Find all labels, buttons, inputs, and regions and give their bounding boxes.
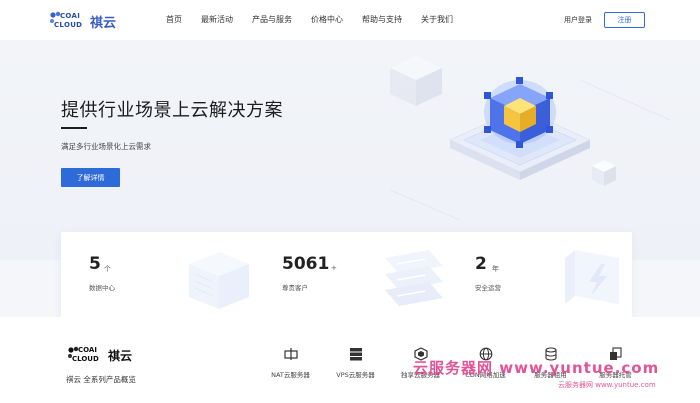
hero-banner: 提供行业场景上云解决方案 满足多行业场景化上云需求 了解详情 (0, 40, 700, 260)
nav-item-products-services[interactable]: 产品与服务 (252, 14, 292, 25)
hero-divider (61, 127, 87, 129)
register-button[interactable]: 注册 (604, 12, 645, 28)
stats-card: 5 个 数据中心 5061 + 尊贵客户 2 年 安全运营 (61, 232, 632, 317)
site-watermark-small: 云服务器网 www.yuntue.com (558, 381, 656, 389)
stat-value: 5 (89, 254, 101, 274)
footer-brand-name: 祺云 (108, 348, 133, 363)
brand-logo[interactable]: COAI CLOUD 祺云 (48, 10, 116, 32)
nav-item-pricing[interactable]: 价格中心 (311, 14, 343, 25)
main-nav: 首页 最新活动 产品与服务 价格中心 帮助与支持 关于我们 (166, 14, 472, 25)
brand-name: 祺云 (90, 15, 117, 31)
lightning-shield-decoration-icon (565, 250, 619, 304)
product-label: VPS云服务器 (336, 371, 375, 379)
product-vps-server[interactable]: VPS云服务器 (323, 347, 388, 379)
stat-label: 尊贵客户 (282, 284, 308, 292)
server-rack-decoration-icon (189, 252, 249, 309)
footer-logo-mark-bottom-text: CLOUD (72, 355, 99, 363)
stat-value: 2 (475, 254, 487, 274)
top-header: COAI CLOUD 祺云 首页 最新活动 产品与服务 价格中心 帮助与支持 关… (0, 0, 700, 40)
nav-item-help-support[interactable]: 帮助与支持 (362, 14, 402, 25)
nav-item-latest-events[interactable]: 最新活动 (201, 14, 233, 25)
product-label: NAT云服务器 (271, 371, 310, 379)
vps-server-icon (349, 348, 362, 361)
stat-value: 5061 (282, 254, 330, 274)
floating-cube-large (390, 56, 442, 106)
stat-unit: 个 (104, 265, 111, 273)
stat-label: 数据中心 (89, 284, 115, 292)
nat-server-icon (283, 348, 298, 360)
stat-security: 2 年 安全运营 (441, 232, 632, 317)
nav-item-home[interactable]: 首页 (166, 14, 182, 25)
floating-cube-small (592, 160, 616, 186)
product-overview-title: 祺云 全系列产品概览 (66, 375, 136, 384)
nav-item-about-us[interactable]: 关于我们 (421, 14, 453, 25)
user-login-link[interactable]: 用户登录 (564, 15, 592, 25)
product-nat-server[interactable]: NAT云服务器 (258, 347, 323, 379)
hero-title: 提供行业场景上云解决方案 (61, 100, 283, 121)
stat-label: 安全运营 (475, 284, 501, 292)
cloud-cube-illustration (389, 56, 671, 221)
hero-subtitle: 满足多行业场景化上云需求 (61, 142, 151, 151)
stat-customers: 5061 + 尊贵客户 (251, 232, 443, 317)
stat-unit: + (331, 264, 337, 272)
logo-mark-bottom-text: CLOUD (54, 21, 83, 29)
brand-logo-mark: COAI CLOUD (48, 10, 88, 32)
cards-stack-decoration-icon (385, 250, 443, 306)
footer-brand-logo: COAI CLOUD 祺云 (66, 345, 132, 365)
site-watermark: 云服务器网 www.yuntue.com (413, 359, 660, 377)
footer-logo-mark-top-text: COAI (78, 346, 97, 354)
logo-mark-top-text: COAI (60, 12, 81, 20)
stat-unit: 年 (492, 265, 499, 273)
learn-more-button[interactable]: 了解详情 (61, 168, 120, 187)
stat-data-centers: 5 个 数据中心 (61, 232, 251, 317)
footer-logo-mark: COAI CLOUD (66, 345, 106, 365)
